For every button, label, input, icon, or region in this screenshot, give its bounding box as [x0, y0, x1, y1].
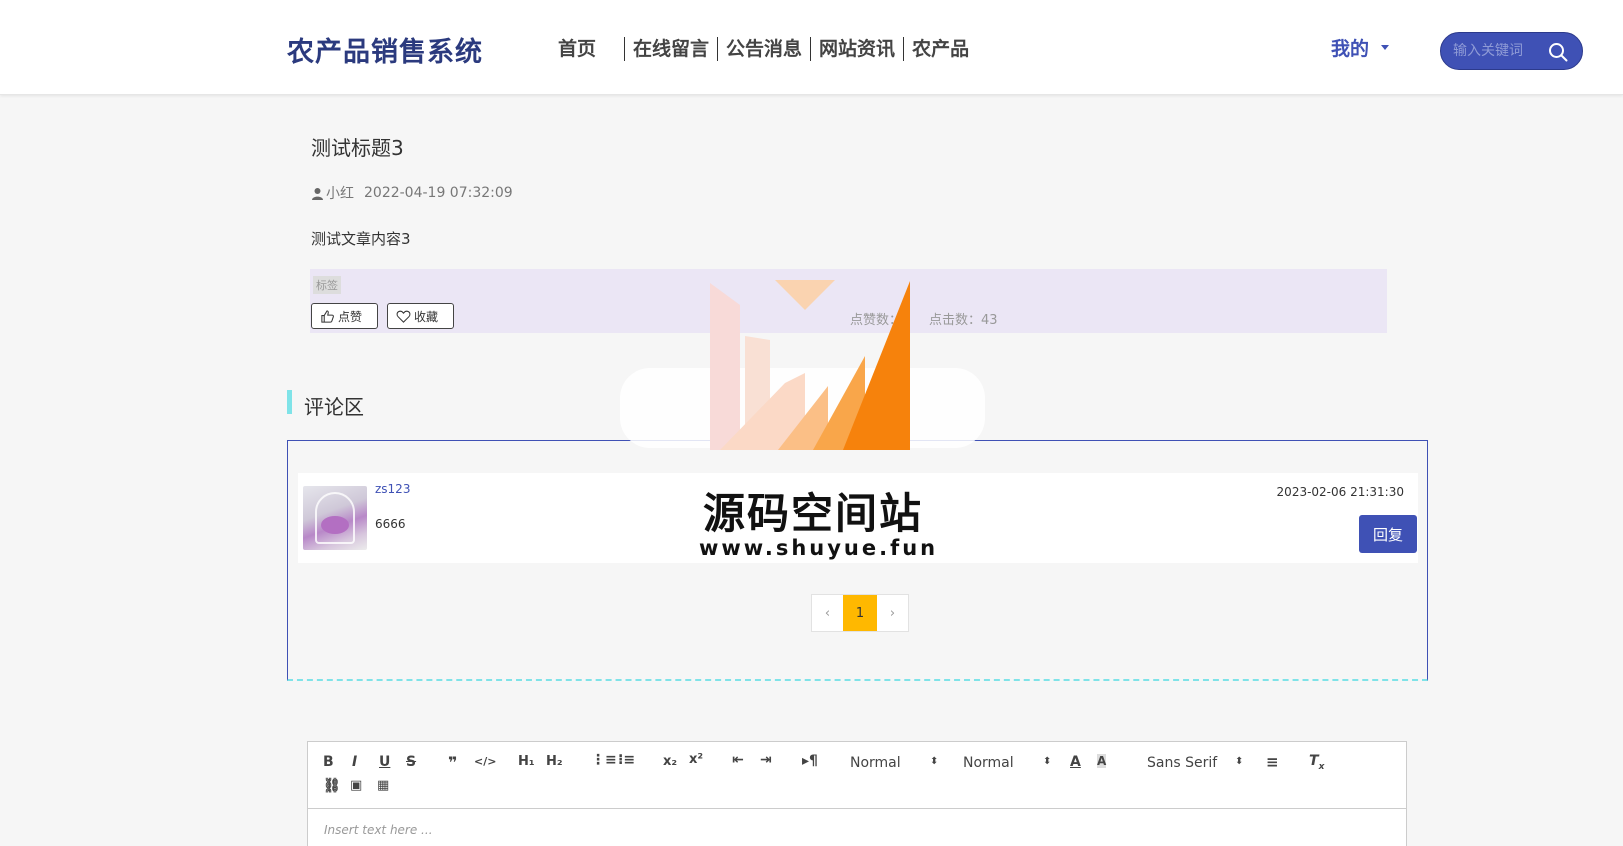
underline-icon[interactable]: U: [379, 754, 390, 770]
nav-messages[interactable]: 在线留言: [625, 36, 717, 62]
top-header: 农产品销售系统 首页 在线留言 公告消息 网站资讯 农产品 我的: [0, 0, 1623, 95]
nav-products[interactable]: 农产品: [904, 36, 977, 62]
article-actions-panel: 标签 点赞 收藏 点赞数： 点击数：43: [310, 269, 1387, 333]
section-accent-bar: [287, 390, 292, 414]
select-arrows-icon: ⬍: [930, 756, 939, 767]
user-icon: [312, 187, 323, 200]
comment-username[interactable]: zs123: [375, 482, 410, 496]
watermark-title: 源码空间站: [703, 489, 924, 538]
heading-1-icon[interactable]: H₁: [518, 754, 535, 769]
background-color-icon[interactable]: A: [1097, 754, 1107, 768]
like-count-label: 点赞数：: [850, 313, 903, 328]
superscript-icon[interactable]: x²: [689, 752, 703, 767]
header-select-value: Normal: [850, 755, 901, 771]
article-meta: 小红 2022-04-19 07:32:09: [311, 183, 513, 203]
blockquote-icon[interactable]: ❞: [448, 753, 457, 772]
editor-toolbar: B I U S ❞ </> H₁ H₂ ⋮≡ ⁝≡ x₂ x² ⇤ ⇥ ▸¶ N…: [308, 742, 1406, 809]
search-input[interactable]: [1453, 43, 1548, 59]
next-page-button[interactable]: ›: [877, 595, 908, 631]
thumbs-up-icon: [321, 309, 334, 323]
comment-text: 6666: [375, 517, 406, 531]
video-icon[interactable]: ▦: [377, 778, 389, 793]
italic-icon[interactable]: I: [352, 754, 357, 770]
like-button[interactable]: 点赞: [311, 303, 378, 329]
article-title: 测试标题3: [311, 136, 404, 160]
reply-button[interactable]: 回复: [1359, 515, 1417, 553]
comment-editor: B I U S ❞ </> H₁ H₂ ⋮≡ ⁝≡ x₂ x² ⇤ ⇥ ▸¶ N…: [307, 741, 1407, 846]
size-select-value: Normal: [963, 755, 1014, 771]
ordered-list-icon[interactable]: ⋮≡: [591, 752, 617, 768]
code-block-icon[interactable]: </>: [474, 755, 496, 768]
pagination: ‹ 1 ›: [811, 594, 909, 632]
page-1-button[interactable]: 1: [843, 595, 877, 631]
article-content: 测试文章内容3: [311, 230, 411, 248]
click-count-value: 43: [981, 313, 998, 328]
watermark-url: www.shuyue.fun: [699, 536, 939, 560]
text-direction-icon[interactable]: ▸¶: [802, 753, 818, 769]
favorite-button[interactable]: 收藏: [387, 303, 454, 329]
select-arrows-icon: ⬍: [1235, 756, 1244, 767]
editor-input[interactable]: Insert text here ...: [324, 823, 433, 837]
search-box: [1440, 32, 1583, 70]
strikethrough-icon[interactable]: S: [406, 754, 416, 770]
comment-date: 2023-02-06 21:31:30: [1276, 485, 1404, 499]
bullet-list-icon[interactable]: ⁝≡: [618, 752, 635, 768]
comment-list: zs123 6666 2023-02-06 21:31:30 回复 ‹ 1 ›: [287, 440, 1428, 681]
main-nav: 首页 在线留言 公告消息 网站资讯 农产品: [550, 36, 977, 62]
nav-news[interactable]: 网站资讯: [811, 36, 903, 62]
heading-2-icon[interactable]: H₂: [546, 754, 563, 769]
font-select[interactable]: Sans Serif ⬍: [1147, 755, 1247, 771]
align-icon[interactable]: ≡: [1266, 753, 1279, 771]
image-icon[interactable]: ▣: [350, 778, 362, 793]
bold-icon[interactable]: B: [323, 754, 334, 770]
favorite-button-label: 收藏: [414, 309, 439, 324]
avatar-flower: [321, 516, 349, 534]
header-select[interactable]: Normal ⬍: [850, 755, 940, 771]
click-count-label: 点击数：: [929, 313, 982, 328]
font-select-value: Sans Serif: [1147, 755, 1218, 771]
outdent-icon[interactable]: ⇤: [732, 752, 744, 768]
site-logo[interactable]: 农产品销售系统: [287, 30, 483, 69]
like-button-label: 点赞: [338, 309, 363, 324]
prev-page-button[interactable]: ‹: [812, 595, 843, 631]
clear-format-icon[interactable]: Tx: [1309, 753, 1324, 772]
heart-icon: [396, 310, 411, 323]
caret-down-icon: [1381, 45, 1390, 50]
user-menu[interactable]: 我的: [1331, 34, 1390, 61]
avatar: [303, 486, 367, 550]
user-menu-label: 我的: [1331, 38, 1370, 60]
text-color-icon[interactable]: A: [1070, 754, 1081, 770]
nav-notices[interactable]: 公告消息: [718, 36, 810, 62]
link-icon[interactable]: ⛓: [323, 778, 341, 794]
tag-label: 标签: [313, 276, 341, 294]
size-select[interactable]: Normal ⬍: [963, 755, 1053, 771]
article-date: 2022-04-19 07:32:09: [364, 185, 513, 201]
search-icon[interactable]: [1548, 42, 1568, 62]
click-count: 点击数：43: [929, 309, 998, 328]
article-author: 小红: [326, 186, 354, 202]
comments-section-title: 评论区: [304, 395, 364, 419]
select-arrows-icon: ⬍: [1043, 756, 1052, 767]
nav-home[interactable]: 首页: [550, 36, 624, 62]
indent-icon[interactable]: ⇥: [760, 752, 772, 768]
subscript-icon[interactable]: x₂: [663, 754, 677, 769]
